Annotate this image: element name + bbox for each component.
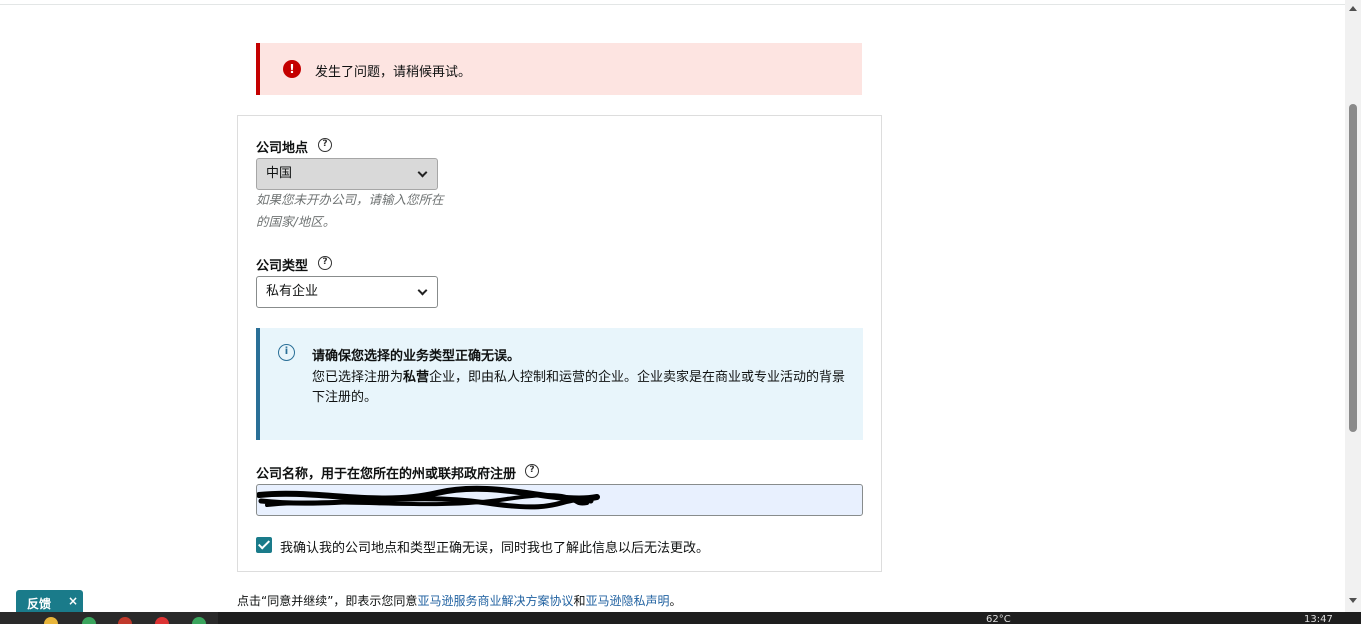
chevron-down-icon bbox=[417, 167, 428, 178]
help-icon[interactable]: ? bbox=[525, 464, 539, 478]
confirm-checkbox-label[interactable]: 我确认我的公司地点和类型正确无误，同时我也了解此信息以后无法更改。 bbox=[280, 537, 709, 556]
info-body-prefix: 您已选择注册为 bbox=[312, 370, 404, 385]
os-taskbar: 62°C 13:47 bbox=[0, 612, 1361, 624]
agreement-suffix: 。 bbox=[669, 594, 682, 608]
info-title: 请确保您选择的业务类型正确无误。 bbox=[312, 349, 521, 364]
info-icon: i bbox=[278, 344, 295, 361]
agreement-note: 点击“同意并继续”，即表示您同意亚马逊服务商业解决方案协议和亚马逊隐私声明。 bbox=[237, 592, 682, 609]
feedback-label[interactable]: 反馈 bbox=[27, 595, 51, 612]
error-icon: ! bbox=[283, 60, 301, 78]
company-type-select[interactable]: 私有企业 bbox=[256, 276, 438, 308]
error-message: 发生了问题，请稍候再试。 bbox=[315, 65, 472, 80]
close-icon[interactable]: × bbox=[68, 594, 78, 608]
temperature-readout: 62°C bbox=[986, 614, 1011, 624]
agreement-prefix: 点击“同意并继续”，即表示您同意 bbox=[237, 594, 418, 608]
top-divider bbox=[0, 4, 1345, 5]
confirm-checkbox[interactable] bbox=[256, 537, 272, 553]
info-alert: i 请确保您选择的业务类型正确无误。 您已选择注册为私营企业，即由私人控制和运营… bbox=[256, 328, 863, 440]
page-scrollbar[interactable] bbox=[1345, 0, 1361, 612]
company-type-select-value: 私有企业 bbox=[266, 284, 319, 299]
chrome-icon[interactable] bbox=[82, 617, 96, 624]
location-hint: 如果您未开办公司，请输入您所在的国家/地区。 bbox=[256, 192, 444, 229]
scroll-up-arrow-icon[interactable] bbox=[1349, 6, 1357, 11]
location-select[interactable]: 中国 bbox=[256, 158, 438, 190]
scroll-down-arrow-icon[interactable] bbox=[1349, 598, 1357, 603]
folder-icon[interactable] bbox=[44, 617, 58, 624]
location-label: 公司地点 bbox=[256, 141, 309, 156]
clock: 13:47 bbox=[1304, 614, 1333, 624]
location-select-value: 中国 bbox=[266, 166, 293, 181]
app-icon[interactable] bbox=[155, 617, 169, 624]
error-alert: ! 发生了问题，请稍候再试。 bbox=[256, 43, 862, 95]
help-icon[interactable]: ? bbox=[318, 256, 332, 270]
app-icon[interactable] bbox=[118, 617, 132, 624]
chevron-down-icon bbox=[417, 285, 428, 296]
app-icon[interactable] bbox=[192, 617, 206, 624]
info-body-bold: 私营 bbox=[403, 370, 430, 385]
redaction-scribble bbox=[257, 485, 600, 510]
company-info-form: 公司地点 ? 中国 如果您未开办公司，请输入您所在的国家/地区。 公司类型 ? … bbox=[237, 115, 882, 572]
taskbar-apps bbox=[0, 612, 218, 624]
company-name-label: 公司名称，用于在您所在的州或联邦政府注册 bbox=[256, 467, 517, 482]
privacy-link[interactable]: 亚马逊隐私声明 bbox=[585, 594, 669, 608]
info-body: 您已选择注册为私营企业，即由私人控制和运营的企业。企业卖家是在商业或专业活动的背… bbox=[312, 368, 857, 408]
help-icon[interactable]: ? bbox=[318, 138, 332, 152]
company-name-input[interactable] bbox=[256, 484, 863, 516]
feedback-tab[interactable]: 反馈 × bbox=[16, 590, 83, 614]
scroll-thumb[interactable] bbox=[1349, 104, 1357, 432]
bsa-link[interactable]: 亚马逊服务商业解决方案协议 bbox=[417, 594, 573, 608]
agreement-middle: 和 bbox=[573, 594, 586, 608]
company-type-label: 公司类型 bbox=[256, 259, 309, 274]
